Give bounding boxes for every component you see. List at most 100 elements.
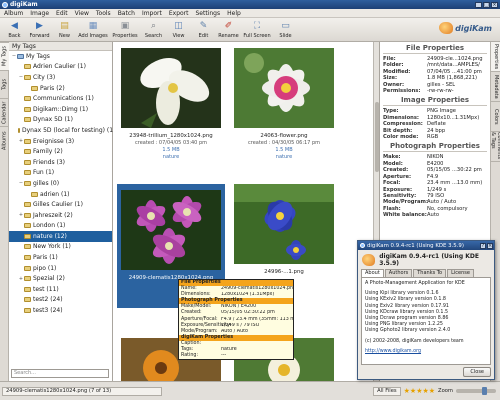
tag-folder-icon bbox=[24, 96, 31, 102]
property-row: White balance: Auto bbox=[383, 212, 487, 218]
zoom-slider-handle[interactable] bbox=[482, 387, 487, 395]
dialog-help-button[interactable]: ? bbox=[480, 242, 486, 249]
left-tab-calendar[interactable]: Calendar bbox=[0, 98, 9, 126]
about-tab-license[interactable]: License bbox=[447, 269, 474, 277]
tree-item[interactable]: Friends (3) bbox=[9, 157, 112, 168]
menu-settings[interactable]: Settings bbox=[196, 10, 221, 17]
thumbnail-image bbox=[234, 48, 334, 128]
tag-folder-icon bbox=[24, 106, 31, 112]
menu-help[interactable]: Help bbox=[227, 10, 241, 17]
add-images-icon: ▦ bbox=[88, 21, 98, 31]
right-tab-properties[interactable]: Properties bbox=[491, 42, 500, 72]
menu-view[interactable]: View bbox=[75, 10, 89, 17]
close-button[interactable]: Close bbox=[463, 367, 491, 377]
tree-item[interactable]: + Ereignisse (3) bbox=[9, 136, 112, 147]
about-dialog-title: digiKam 0.9.4-rc1 (Using KDE 3.5.9) bbox=[367, 242, 464, 249]
property-key: Permissions: bbox=[383, 88, 421, 95]
tree-item-label: New York (1) bbox=[33, 243, 71, 251]
tree-item[interactable]: test (11) bbox=[9, 284, 112, 295]
window-titlebar: digiKam _ □ × bbox=[0, 0, 500, 9]
tree-item[interactable]: Communications (1) bbox=[9, 93, 112, 104]
thumbnail-image bbox=[234, 184, 334, 264]
thumbnail-tag: nature bbox=[275, 154, 293, 160]
tag-folder-icon bbox=[24, 297, 31, 303]
menu-batch[interactable]: Batch bbox=[118, 10, 135, 17]
tag-search-input[interactable]: Search... bbox=[11, 369, 109, 378]
tag-folder-icon bbox=[17, 53, 24, 59]
toolbar-rename-button[interactable]: ✐ Rename bbox=[216, 18, 241, 42]
right-tab-colors[interactable]: Colors bbox=[491, 102, 500, 132]
about-tab-authors[interactable]: Authors bbox=[384, 269, 413, 277]
left-tab-my-tags[interactable]: My Tags bbox=[0, 42, 9, 70]
tree-item-label: Paris (2) bbox=[40, 84, 65, 92]
menu-export[interactable]: Export bbox=[169, 10, 189, 17]
tree-item[interactable]: Fun (1) bbox=[9, 168, 112, 179]
toolbar-search-button[interactable]: ⌕ Search bbox=[141, 18, 166, 42]
tree-item[interactable]: Family (2) bbox=[9, 146, 112, 157]
tree-item[interactable]: Digikam::Dimg (1) bbox=[9, 104, 112, 115]
maximize-button[interactable]: □ bbox=[483, 1, 490, 8]
digikam-website-link[interactable]: http://www.digikam.org bbox=[365, 349, 487, 355]
toolbar-forward-button[interactable]: ▶ Forward bbox=[27, 18, 52, 42]
dialog-controls: ? × bbox=[480, 242, 494, 249]
image-properties: Type: PNG Image Dimensions: 1280x10...1.31M… bbox=[383, 108, 487, 140]
tree-item-label: Friends (3) bbox=[33, 158, 65, 166]
menu-edit[interactable]: Edit bbox=[56, 10, 68, 17]
tree-item[interactable]: Paris (1) bbox=[9, 252, 112, 263]
tree-item[interactable]: + Jahreszeit (2) bbox=[9, 210, 112, 221]
tree-item[interactable]: − gilles (0) bbox=[9, 178, 112, 189]
tag-folder-icon bbox=[24, 159, 31, 165]
toolbar-add-images-button[interactable]: ▦ Add Images bbox=[77, 18, 109, 42]
thumbnail-item[interactable]: 24063-flower.png created : 04/30/05 06:1… bbox=[230, 48, 338, 161]
toolbar-slide-button[interactable]: ▭ Slide bbox=[273, 18, 298, 42]
about-tab-thanks-to[interactable]: Thanks To bbox=[413, 269, 447, 277]
right-tab-metadata[interactable]: Metadata bbox=[491, 72, 500, 102]
toolbar-properties-button[interactable]: ▣ Properties bbox=[109, 18, 141, 42]
tree-item[interactable]: nature (12) bbox=[9, 231, 112, 242]
tree-item[interactable]: pipo (1) bbox=[9, 263, 112, 274]
tree-item[interactable]: adrien (1) bbox=[9, 189, 112, 200]
tag-folder-icon bbox=[24, 170, 31, 176]
menu-image[interactable]: Image bbox=[30, 10, 49, 17]
tree-item[interactable]: Adrien Caulier (1) bbox=[9, 62, 112, 73]
tag-folder-icon bbox=[24, 244, 31, 250]
toolbar-view-button[interactable]: ◫ View bbox=[166, 18, 191, 42]
toolbar-full-screen-button[interactable]: ⛶ Full Screen bbox=[241, 18, 273, 42]
toolbar-new-button[interactable]: ▤ New bbox=[52, 18, 77, 42]
tree-item[interactable]: + Spezial (2) bbox=[9, 273, 112, 284]
tag-folder-icon bbox=[24, 255, 31, 261]
dialog-close-button[interactable]: × bbox=[487, 242, 493, 249]
rating-filter-stars[interactable]: ★★★★★ bbox=[404, 387, 435, 395]
menu-album[interactable]: Album bbox=[4, 10, 23, 17]
tree-item[interactable]: Gilles Caulier (1) bbox=[9, 199, 112, 210]
tree-item[interactable]: test2 (24) bbox=[9, 295, 112, 306]
tree-item[interactable]: New York (1) bbox=[9, 242, 112, 253]
tree-item[interactable]: − My Tags bbox=[9, 51, 112, 62]
thumbnail-tag: nature bbox=[162, 154, 180, 160]
zoom-slider[interactable] bbox=[456, 387, 496, 395]
tree-item[interactable]: Dynax 5D (1) bbox=[9, 115, 112, 126]
tree-item-label: Digikam::Dimg (1) bbox=[33, 105, 89, 113]
menu-import[interactable]: Import bbox=[142, 10, 162, 17]
tree-item[interactable]: London (1) bbox=[9, 221, 112, 232]
about-tab-about[interactable]: About bbox=[361, 269, 384, 277]
tree-item[interactable]: Paris (2) bbox=[9, 83, 112, 94]
left-tab-albums[interactable]: Albums bbox=[0, 126, 9, 154]
thumbnail-item[interactable]: 24996-...1.png bbox=[230, 184, 338, 276]
tree-item[interactable]: test3 (24) bbox=[9, 305, 112, 316]
minimize-button[interactable]: _ bbox=[475, 1, 482, 8]
tree-item-label: gilles (0) bbox=[33, 179, 60, 187]
tree-item[interactable]: − City (3) bbox=[9, 72, 112, 83]
toolbar-edit-button[interactable]: ✎ Edit bbox=[191, 18, 216, 42]
toolbar-button-label: Slide bbox=[279, 33, 292, 39]
thumbnail-item[interactable]: 23948-trillium_1280x1024.png created : 0… bbox=[117, 48, 225, 161]
file-filter-select[interactable]: All Files bbox=[373, 386, 401, 396]
menu-tools[interactable]: Tools bbox=[96, 10, 111, 17]
right-tab-comments-tags[interactable]: Comments & Tags bbox=[490, 132, 500, 162]
toolbar-back-button[interactable]: ◀ Back bbox=[2, 18, 27, 42]
new-album-icon: ▤ bbox=[60, 21, 69, 31]
status-bar: 24909-clematis1280x1024.png (7 of 13) Al… bbox=[0, 381, 500, 400]
tree-item[interactable]: Dynax 5D (local for testing) (1) bbox=[9, 125, 115, 136]
close-window-button[interactable]: × bbox=[491, 1, 498, 8]
left-tab-tags[interactable]: Tags bbox=[0, 70, 9, 98]
